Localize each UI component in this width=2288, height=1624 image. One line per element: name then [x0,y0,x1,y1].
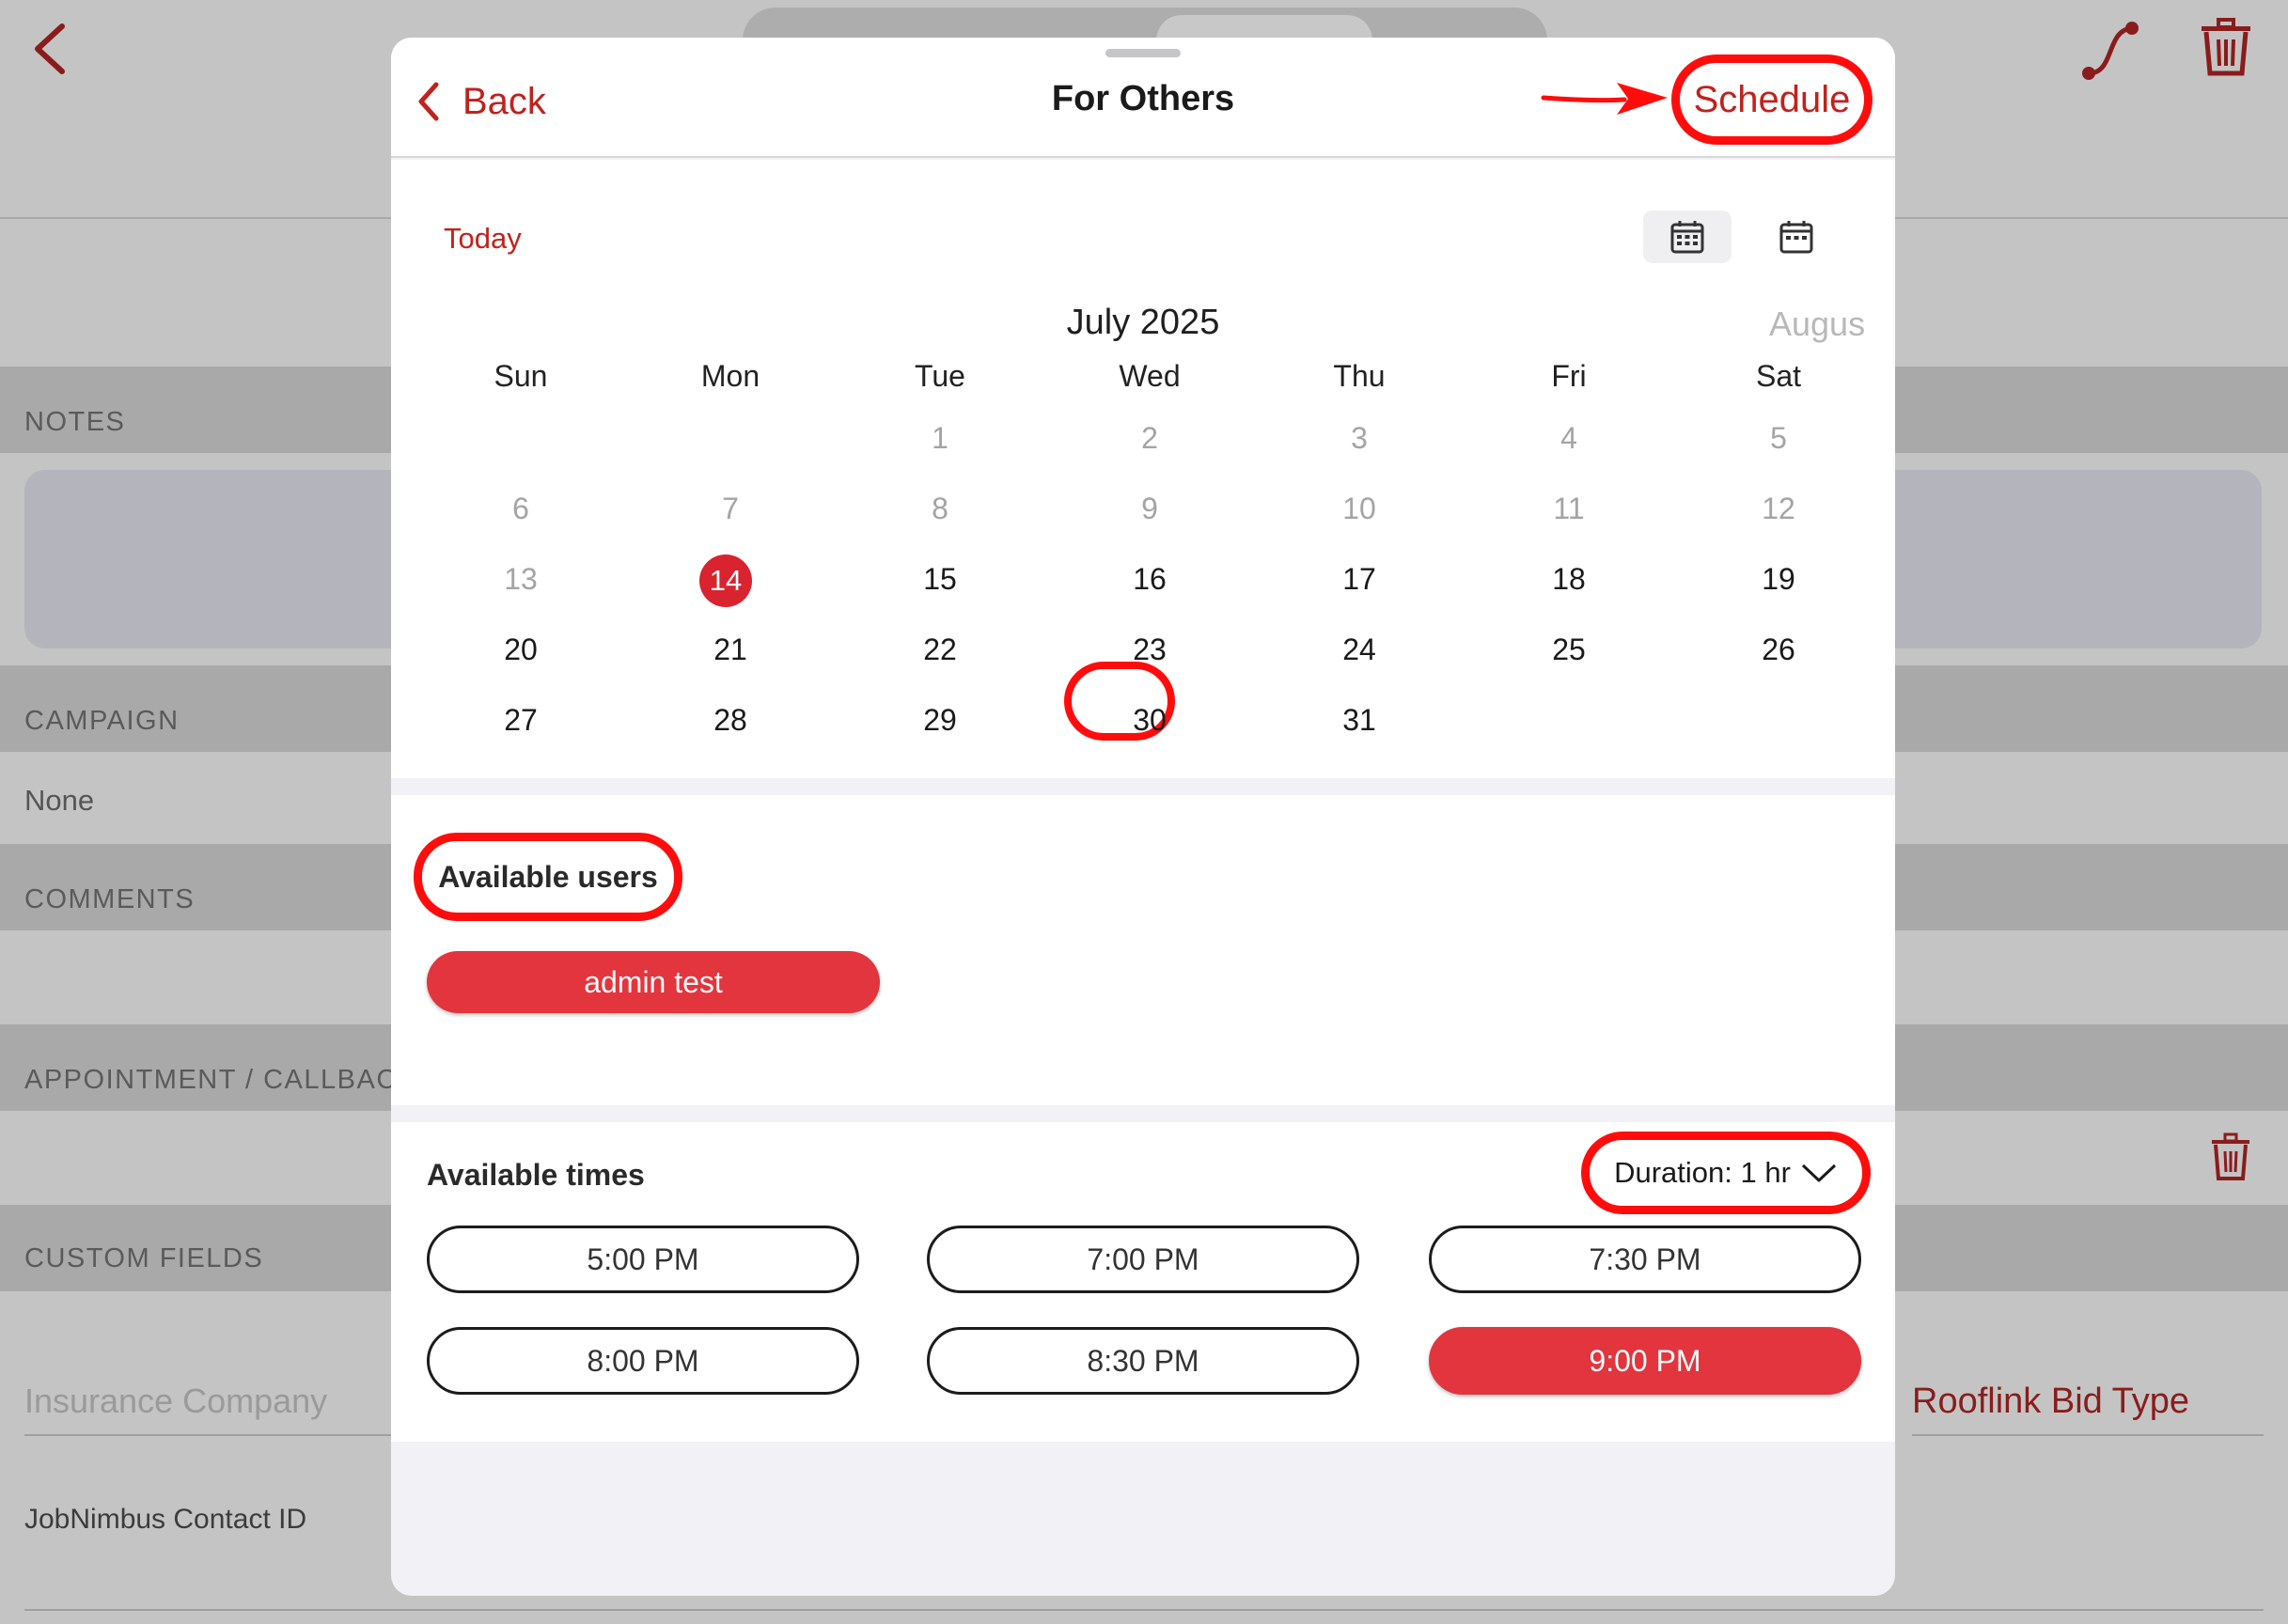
modal-header: For Others Back Schedule [391,38,1895,158]
available-users-heading: Available users [414,833,682,921]
weekday-label: Thu [1333,359,1386,393]
weekday-label: Fri [1551,359,1587,393]
calendar-day[interactable]: 23 [1074,632,1225,667]
calendar-day[interactable]: 26 [1703,632,1854,667]
campaign-section-label: CAMPAIGN [24,706,180,736]
calendar-day[interactable]: 17 [1284,562,1434,597]
calendar-day[interactable]: 28 [655,703,806,738]
time-slot[interactable]: 8:00 PM [427,1327,859,1395]
calendar-day: 8 [932,492,948,525]
weekday-header: Sun Mon Tue Wed Thu Fri Sat [391,359,1895,404]
today-button[interactable]: Today [444,222,522,256]
calendar-day[interactable]: 29 [865,703,1015,738]
calendar-day: 12 [1762,492,1795,525]
calendar-day[interactable]: 27 [446,703,596,738]
available-users-section: Available users admin test [391,795,1895,1105]
time-slot[interactable]: 8:30 PM [927,1327,1359,1395]
back-button[interactable]: Back [415,75,546,128]
appointment-section-label: APPOINTMENT / CALLBACK [24,1065,417,1095]
duration-dropdown[interactable]: Duration: 1 hr [1581,1132,1871,1214]
calendar-day: 13 [504,562,538,596]
calendar-day: 9 [1141,492,1158,525]
user-chip[interactable]: admin test [427,951,880,1013]
available-times-heading: Available times [427,1158,645,1192]
jobnimbus-contact-id-label: JobNimbus Contact ID [24,1504,307,1535]
calendar-week-icon [1779,221,1813,254]
trash-icon [2202,18,2250,76]
chevron-down-icon [1801,1163,1836,1182]
weekday-label: Sat [1755,359,1802,393]
weekday-label: Wed [1119,359,1181,393]
time-slot[interactable]: 5:00 PM [427,1226,859,1293]
time-slot[interactable]: 7:30 PM [1429,1226,1861,1293]
chevron-left-icon [35,23,65,74]
custom-fields-section-label: CUSTOM FIELDS [24,1243,264,1273]
schedule-button[interactable]: Schedule [1671,55,1873,145]
back-button-label: Back [462,80,546,122]
calendar-day: 6 [512,492,529,525]
notes-section-label: NOTES [24,407,126,437]
field-divider [1912,1434,2264,1436]
weekday-label: Mon [700,359,760,393]
trash-icon [2212,1132,2249,1180]
calendar-day[interactable]: 15 [865,562,1015,597]
calendar-day[interactable]: 22 [865,632,1015,667]
comments-section-label: COMMENTS [24,884,196,914]
calendar-day[interactable]: 25 [1494,632,1644,667]
time-slot-selected[interactable]: 9:00 PM [1429,1327,1861,1395]
calendar-day: 11 [1553,492,1585,525]
calendar-day-selected[interactable]: 14 [699,554,752,607]
calendar-day: 7 [722,492,739,525]
calendar-day: 5 [1770,421,1787,455]
campaign-value: None [24,784,95,817]
calendar-day[interactable]: 24 [1284,632,1434,667]
calendar-day[interactable]: 31 [1284,703,1434,738]
duration-label: Duration: 1 hr [1614,1156,1791,1189]
calendar-day: 3 [1351,421,1368,455]
calendar-day: 1 [932,421,948,455]
calendar-day[interactable]: 20 [446,632,596,667]
calendar-day[interactable]: 21 [655,632,806,667]
calendar-day[interactable]: 30 [1074,703,1225,738]
calendar-day[interactable]: 19 [1703,562,1854,597]
calendar-day: 2 [1141,421,1158,455]
calendar-month-icon [1670,221,1704,254]
month-view-button[interactable] [1643,211,1732,263]
next-month-label[interactable]: Augus [1769,304,1865,344]
annotation-arrow-icon [1541,83,1668,115]
time-slot[interactable]: 7:00 PM [927,1226,1359,1293]
calendar-day[interactable]: 16 [1074,562,1225,597]
week-view-button[interactable] [1752,211,1841,263]
calendar-day[interactable]: 18 [1494,562,1644,597]
calendar-day: 10 [1342,492,1376,525]
month-title: July 2025 [1066,303,1220,342]
insurance-company-field: Insurance Company [24,1382,328,1420]
weekday-label: Tue [915,359,965,393]
chevron-left-icon [418,82,439,121]
calendar: Today July 2025 Augus Sun Mon Tue Wed Th… [391,160,1895,778]
schedule-modal: For Others Back Schedule Today July 2025… [391,38,1895,1596]
calendar-day: 4 [1560,421,1577,455]
sheet-grabber[interactable] [1105,49,1181,57]
field-divider [24,1434,391,1436]
weekday-label: Sun [494,359,548,393]
field-divider [24,1609,2264,1611]
rooflink-bid-type-field: Rooflink Bid Type [1912,1382,2190,1421]
route-icon [2082,22,2139,80]
available-times-section: Available times Duration: 1 hr 5:00 PM 7… [391,1122,1895,1442]
